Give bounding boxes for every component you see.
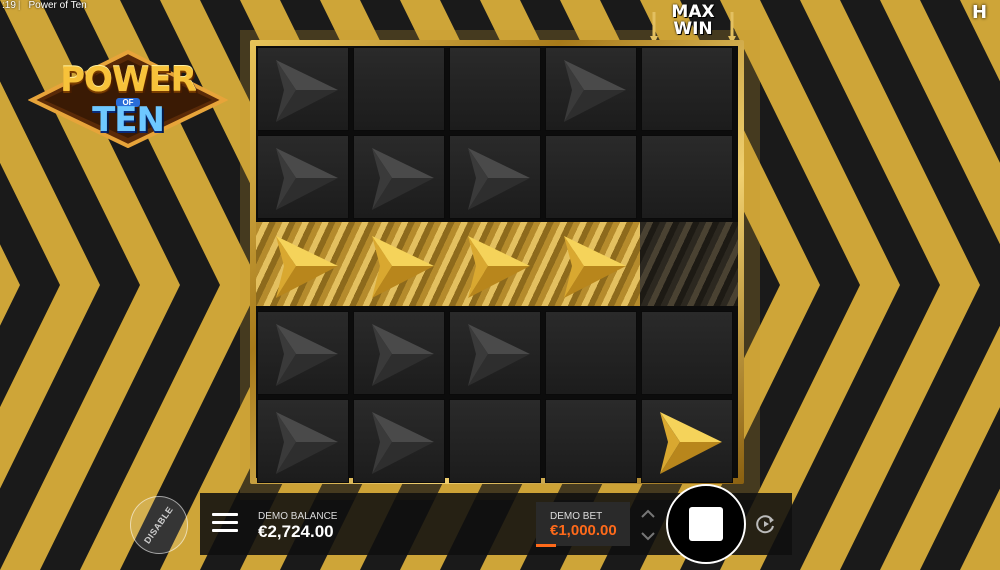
gold-arrow-icon [468,236,530,298]
grey-arrow-icon [372,412,434,474]
status-separator: | [17,0,21,11]
reel-cell [545,311,637,395]
disable-label: DISABLE [142,504,176,546]
max-win-line2: WIN [673,19,713,39]
provider-logo: H [972,2,988,23]
reel-cell [641,47,733,131]
bet-increase-icon[interactable] [638,506,658,522]
grey-arrow-icon [276,412,338,474]
game-title: Power of Ten [28,0,87,11]
bet-decrease-icon[interactable] [638,528,658,544]
bet-level-bar [536,544,556,547]
game-logo: POWER OF TEN [28,48,228,148]
max-win-text: MAX WIN [650,4,736,38]
grey-arrow-icon [372,324,434,386]
grey-arrow-icon [468,148,530,210]
grey-arrow-icon [468,324,530,386]
spin-button[interactable] [666,484,746,564]
grey-arrow-icon [372,148,434,210]
gold-arrow-icon [276,236,338,298]
autoplay-button[interactable] [752,510,780,538]
bet-label: DEMO BET [550,511,603,522]
reel-cell [545,135,637,219]
bet-value: €1,000.00 [550,522,617,539]
reel-cell [353,47,445,131]
balance-label: DEMO BALANCE [258,511,338,522]
reel-grid [256,46,738,483]
balance-value: €2,724.00 [258,522,334,541]
grey-arrow-icon [276,324,338,386]
dark-chevron-cell [640,222,738,306]
logo-power: POWER [60,60,197,100]
gold-arrow-icon [660,412,722,474]
disable-button[interactable]: DISABLE [130,496,188,554]
max-win-indicator: MAX WIN [650,4,736,44]
grey-arrow-icon [564,60,626,122]
reel-cell [449,47,541,131]
menu-icon[interactable] [212,513,238,535]
stop-icon [689,507,723,541]
reel-cell [641,135,733,219]
autoplay-icon [756,515,774,534]
logo-ten: TEN [92,100,165,140]
grey-arrow-icon [276,60,338,122]
status-bar: :19 | Power of Ten [0,0,400,14]
clock: :19 [2,0,16,11]
reel-cell [641,311,733,395]
gold-arrow-icon [564,236,626,298]
reel-cell [449,399,541,483]
grey-arrow-icon [276,148,338,210]
game-board [250,40,744,484]
reel-cell [545,399,637,483]
gold-arrow-icon [372,236,434,298]
